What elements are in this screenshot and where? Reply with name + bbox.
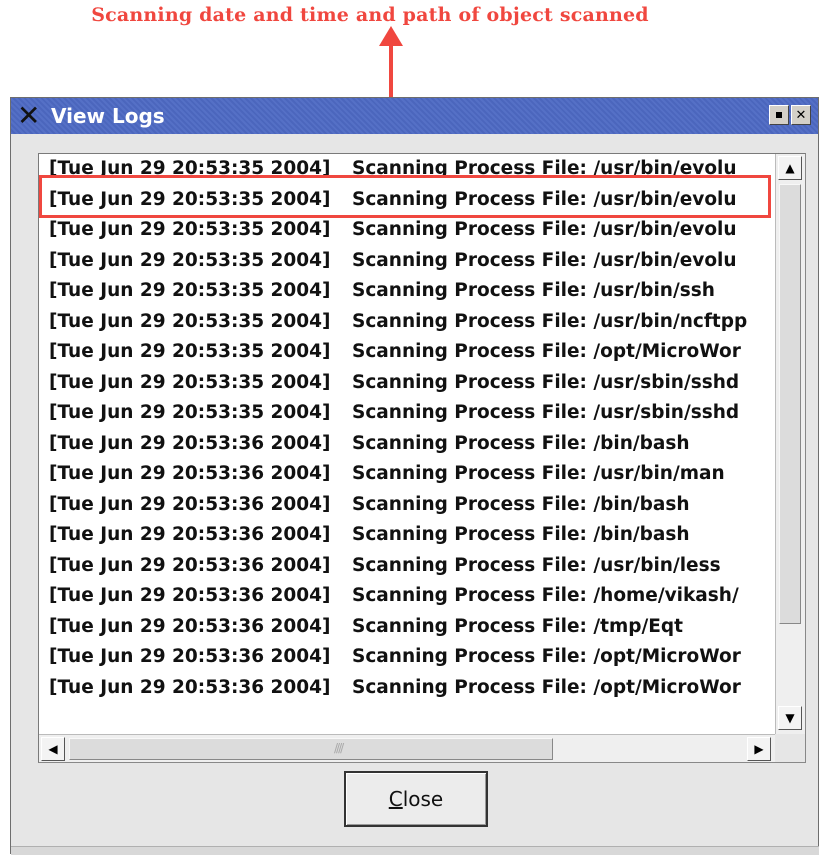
log-timestamp: [Tue Jun 29 20:53:35 2004] <box>49 371 331 393</box>
log-message: Scanning Process File: /usr/bin/ssh <box>352 280 715 301</box>
log-timestamp: [Tue Jun 29 20:53:36 2004] <box>49 493 331 515</box>
log-list[interactable]: [Tue Jun 29 20:53:35 2004] Scanning Proce… <box>49 154 771 734</box>
log-timestamp: [Tue Jun 29 20:53:36 2004] <box>49 615 331 637</box>
log-timestamp: [Tue Jun 29 20:53:36 2004] <box>49 554 331 576</box>
horizontal-scrollbar[interactable]: ◀ //// ▶ <box>39 734 775 762</box>
log-timestamp: [Tue Jun 29 20:53:35 2004] <box>49 249 331 271</box>
scroll-right-button[interactable]: ▶ <box>747 737 771 761</box>
log-row[interactable]: [Tue Jun 29 20:53:36 2004] Scanning Proce… <box>49 642 771 673</box>
title-bar[interactable]: ✕ View Logs ✕ <box>11 98 818 134</box>
log-message: Scanning Process File: /tmp/Eqt <box>352 615 683 637</box>
log-timestamp: [Tue Jun 29 20:53:36 2004] <box>49 432 331 454</box>
log-timestamp: [Tue Jun 29 20:53:35 2004] <box>49 158 331 179</box>
log-message: Scanning Process File: /usr/sbin/sshd <box>352 371 740 393</box>
scroll-down-button[interactable]: ▼ <box>778 706 802 730</box>
log-row[interactable]: [Tue Jun 29 20:53:36 2004] Scanning Proce… <box>49 459 771 490</box>
log-timestamp: [Tue Jun 29 20:53:35 2004] <box>49 402 331 423</box>
window-title: View Logs <box>51 104 165 128</box>
log-row[interactable]: [Tue Jun 29 20:53:36 2004] Scanning Proce… <box>49 581 771 612</box>
window-close-button[interactable]: ✕ <box>791 105 811 125</box>
log-viewer: [Tue Jun 29 20:53:35 2004] Scanning Proce… <box>38 153 806 763</box>
log-row[interactable]: [Tue Jun 29 20:53:35 2004] Scanning Proce… <box>49 276 771 307</box>
log-row[interactable]: [Tue Jun 29 20:53:35 2004] Scanning Proce… <box>49 368 771 399</box>
log-timestamp: [Tue Jun 29 20:53:35 2004] <box>49 310 331 332</box>
scroll-left-arrow-icon: ◀ <box>48 742 58 756</box>
log-row[interactable]: [Tue Jun 29 20:53:35 2004] Scanning Proce… <box>49 154 771 185</box>
log-row[interactable]: [Tue Jun 29 20:53:36 2004] Scanning Proce… <box>49 551 771 582</box>
log-message: Scanning Process File: /home/vikash/ <box>352 585 739 606</box>
log-message: Scanning Process File: /usr/bin/evolu <box>352 249 737 271</box>
log-message: Scanning Process File: /usr/bin/evolu <box>352 188 737 210</box>
log-message: Scanning Process File: /opt/MicroWor <box>352 341 741 362</box>
minimize-button[interactable] <box>769 105 789 125</box>
log-message: Scanning Process File: /bin/bash <box>352 493 690 515</box>
log-message: Scanning Process File: /usr/sbin/sshd <box>352 402 740 423</box>
log-message: Scanning Process File: /bin/bash <box>352 524 690 545</box>
log-row[interactable]: [Tue Jun 29 20:53:35 2004] Scanning Proce… <box>49 307 771 338</box>
log-row[interactable]: [Tue Jun 29 20:53:35 2004] Scanning Proce… <box>49 398 771 429</box>
log-message: Scanning Process File: /usr/bin/evolu <box>352 158 737 179</box>
log-message: Scanning Process File: /usr/bin/less <box>352 554 721 576</box>
log-row[interactable]: [Tue Jun 29 20:53:36 2004] Scanning Proce… <box>49 612 771 643</box>
log-timestamp: [Tue Jun 29 20:53:35 2004] <box>49 341 331 362</box>
vertical-scrollbar[interactable]: ▲ ▼ <box>775 154 805 734</box>
log-row[interactable]: [Tue Jun 29 20:53:36 2004] Scanning Proce… <box>49 429 771 460</box>
scroll-up-arrow-icon: ▲ <box>785 161 795 175</box>
x-window-logo-icon: ✕ <box>17 99 41 132</box>
log-row[interactable]: [Tue Jun 29 20:53:36 2004] Scanning Proce… <box>49 490 771 521</box>
log-row[interactable]: [Tue Jun 29 20:53:35 2004] Scanning Proce… <box>49 185 771 216</box>
log-timestamp: [Tue Jun 29 20:53:36 2004] <box>49 646 331 667</box>
close-icon: ✕ <box>795 107 807 123</box>
log-message: Scanning Process File: /usr/bin/man <box>352 463 725 484</box>
log-row[interactable]: [Tue Jun 29 20:53:35 2004] Scanning Proce… <box>49 246 771 277</box>
annotation-arrow-head <box>379 26 403 46</box>
log-message: Scanning Process File: /opt/MicroWor <box>352 646 741 667</box>
scroll-up-button[interactable]: ▲ <box>778 156 802 180</box>
log-message: Scanning Process File: /usr/bin/evolu <box>352 219 737 240</box>
log-timestamp: [Tue Jun 29 20:53:36 2004] <box>49 585 331 606</box>
log-timestamp: [Tue Jun 29 20:53:35 2004] <box>49 280 331 301</box>
log-timestamp: [Tue Jun 29 20:53:35 2004] <box>49 188 331 210</box>
log-message: Scanning Process File: /bin/bash <box>352 432 690 454</box>
log-message: Scanning Process File: /opt/MicroWor <box>352 676 741 698</box>
log-timestamp: [Tue Jun 29 20:53:36 2004] <box>49 463 331 484</box>
log-row[interactable]: [Tue Jun 29 20:53:35 2004] Scanning Proce… <box>49 215 771 246</box>
scroll-left-button[interactable]: ◀ <box>41 737 65 761</box>
log-timestamp: [Tue Jun 29 20:53:36 2004] <box>49 676 331 698</box>
scroll-down-arrow-icon: ▼ <box>785 711 795 725</box>
log-timestamp: [Tue Jun 29 20:53:36 2004] <box>49 524 331 545</box>
scrollbar-corner <box>775 734 805 762</box>
close-button-label: lose <box>402 787 444 811</box>
close-button[interactable]: Close <box>344 771 488 827</box>
minimize-icon <box>776 112 782 118</box>
vertical-scroll-thumb[interactable] <box>779 184 801 624</box>
close-button-mnemonic: C <box>388 787 403 811</box>
log-message: Scanning Process File: /usr/bin/ncftpp <box>352 310 748 332</box>
log-row[interactable]: [Tue Jun 29 20:53:35 2004] Scanning Proce… <box>49 337 771 368</box>
log-timestamp: [Tue Jun 29 20:53:35 2004] <box>49 219 331 240</box>
log-row[interactable]: [Tue Jun 29 20:53:36 2004] Scanning Proce… <box>49 520 771 551</box>
annotation-label: Scanning date and time and path of objec… <box>91 4 649 26</box>
log-row[interactable]: [Tue Jun 29 20:53:36 2004] Scanning Proce… <box>49 673 771 704</box>
view-logs-window: ✕ View Logs ✕ [Tue Jun 29 20:53:35 2004]… <box>10 97 819 855</box>
scroll-right-arrow-icon: ▶ <box>754 742 764 756</box>
horizontal-scroll-thumb[interactable]: //// <box>69 738 553 760</box>
grip-icon: //// <box>334 741 344 755</box>
